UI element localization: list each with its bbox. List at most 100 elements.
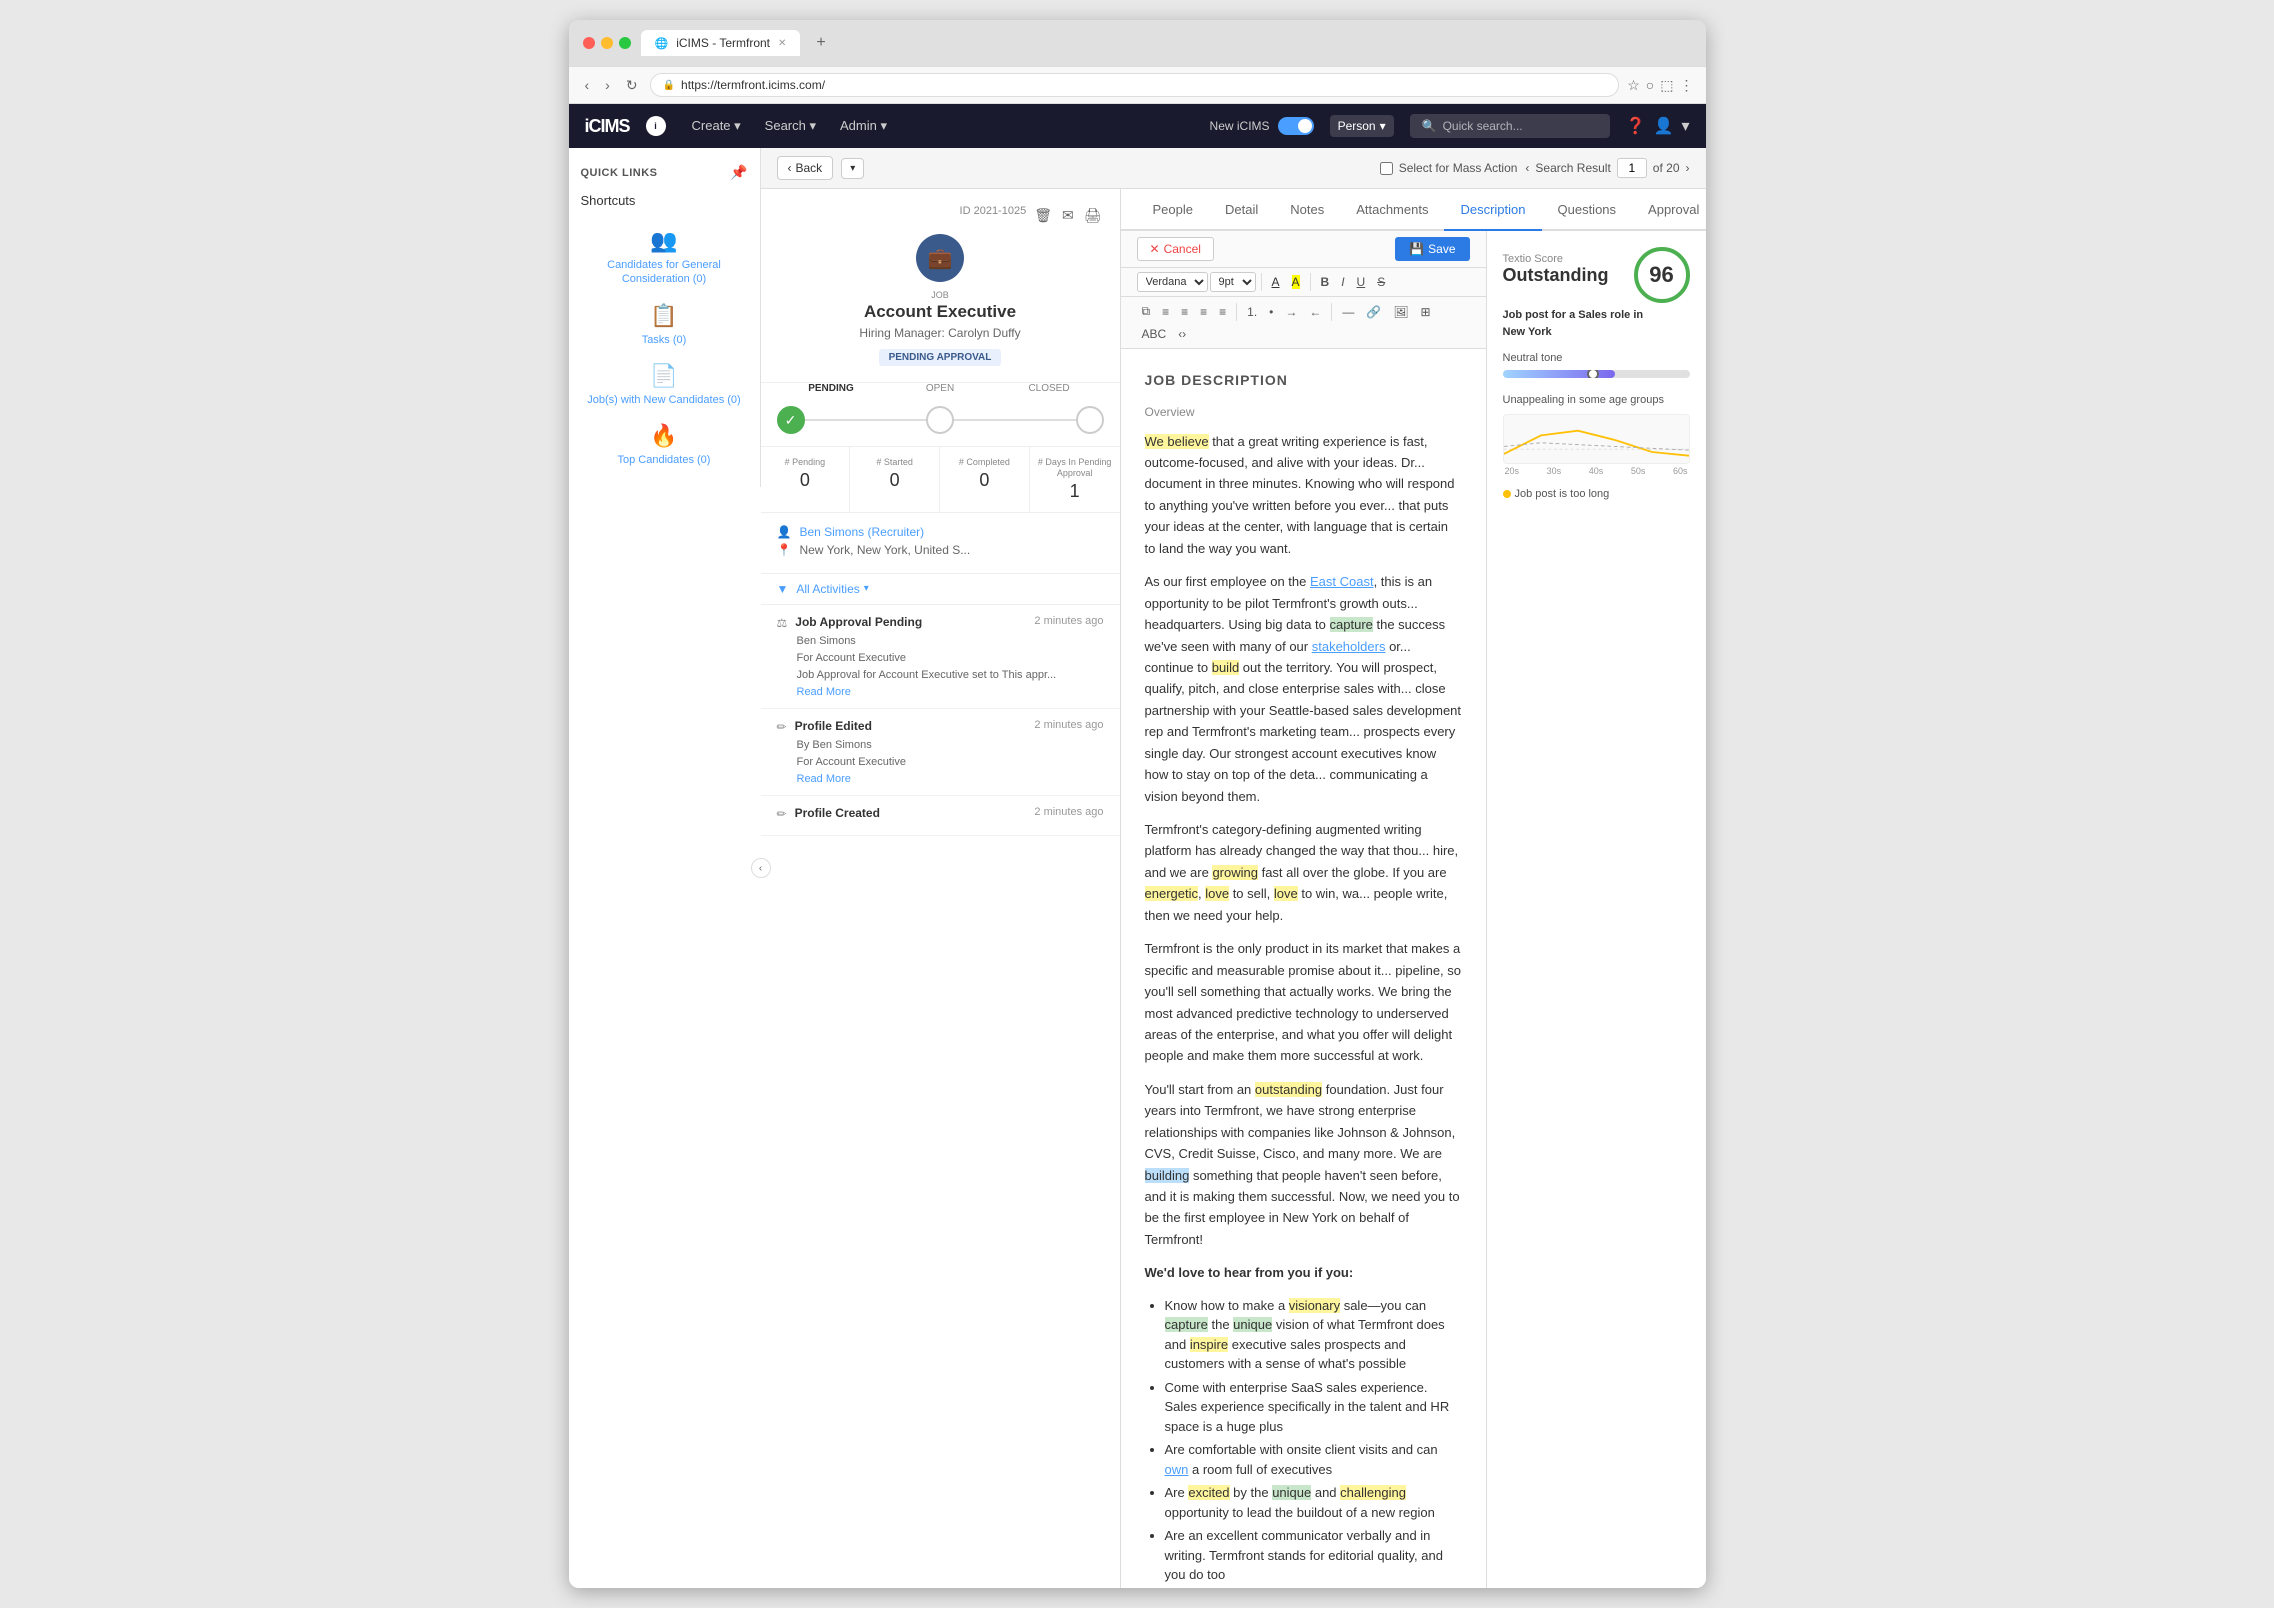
maximize-dot[interactable]: [619, 37, 631, 49]
strikethrough-button[interactable]: S: [1372, 272, 1390, 292]
tab-people[interactable]: People: [1137, 190, 1209, 231]
indent-button[interactable]: →: [1280, 302, 1302, 322]
menu-icon[interactable]: ⋮: [1680, 77, 1694, 94]
hr-button[interactable]: —: [1337, 302, 1359, 322]
sidebar-item-jobs-new-candidates[interactable]: 📄 Job(s) with New Candidates (0): [569, 355, 760, 415]
font-size-select[interactable]: 9pt: [1210, 272, 1256, 292]
next-result-icon[interactable]: ›: [1686, 161, 1690, 175]
image-button[interactable]: 🖼: [1388, 302, 1413, 322]
quick-search-input[interactable]: [1443, 119, 1593, 133]
delete-job-button[interactable]: 🗑: [1032, 205, 1054, 226]
activity-by-1: Ben Simons: [777, 634, 1104, 649]
read-more-link-2[interactable]: Read More: [777, 773, 1104, 785]
content-area: ‹ Back ▾ Select for Mass Action ‹ Search…: [761, 148, 1706, 1588]
sidebar-item-candidates-general[interactable]: 👥 Candidates for General Consideration (…: [569, 220, 760, 295]
age-20s: 20s: [1505, 466, 1520, 476]
pin-icon[interactable]: 📌: [730, 164, 747, 181]
address-bar[interactable]: 🔒 https://termfront.icims.com/: [650, 73, 1620, 97]
activity-item-3: ✏ Profile Created 2 minutes ago: [761, 796, 1120, 836]
save-button[interactable]: 💾 Save: [1395, 237, 1469, 261]
sidebar-item-tasks[interactable]: 📋 Tasks (0): [569, 295, 760, 355]
avatar-icon[interactable]: 👤: [1654, 116, 1674, 136]
toggle-switch[interactable]: [1278, 117, 1314, 135]
activities-filter[interactable]: ▼ All Activities ▾: [761, 574, 1120, 605]
step-open-circle: [926, 406, 954, 434]
tab-content: ✕ Cancel 💾 Save: [1121, 231, 1706, 1588]
search-result-input[interactable]: [1617, 158, 1647, 178]
job-icon: 💼: [916, 234, 964, 282]
copy-button[interactable]: ⧉: [1137, 301, 1156, 322]
new-icims-label: New iCIMS: [1210, 119, 1270, 133]
tab-notes[interactable]: Notes: [1274, 190, 1340, 231]
save-label: Save: [1428, 242, 1455, 256]
add-tab-button[interactable]: +: [810, 32, 831, 54]
formatting-toolbar: Verdana 9pt A A B: [1121, 268, 1486, 297]
person-arrow-icon: ▾: [1380, 119, 1386, 133]
ordered-list-button[interactable]: 1.: [1242, 302, 1262, 322]
read-more-link-1[interactable]: Read More: [777, 686, 1104, 698]
stat-started: # Started 0: [850, 447, 940, 512]
mass-action-checkbox[interactable]: [1380, 162, 1393, 175]
align-right-button[interactable]: ≡: [1195, 302, 1212, 322]
profile-icon[interactable]: ○: [1646, 77, 1654, 93]
admin-menu-item[interactable]: Admin ▾: [830, 112, 897, 140]
tab-detail[interactable]: Detail: [1209, 190, 1274, 231]
forward-button[interactable]: ›: [601, 75, 614, 95]
align-left-button[interactable]: ≡: [1157, 302, 1174, 322]
tab-close-icon[interactable]: ✕: [778, 38, 786, 49]
nav-actions: ☆ ○ ⬚ ⋮: [1627, 77, 1693, 94]
link-button[interactable]: 🔗: [1361, 302, 1386, 322]
highlight-building: building: [1145, 1168, 1190, 1183]
outdent-button[interactable]: ←: [1304, 302, 1326, 322]
search-box[interactable]: 🔍: [1410, 114, 1610, 138]
align-center-button[interactable]: ≡: [1176, 302, 1193, 322]
justify-button[interactable]: ≡: [1214, 302, 1231, 322]
print-job-button[interactable]: 🖨: [1082, 205, 1104, 226]
mass-action-checkbox-group: Select for Mass Action: [1380, 161, 1518, 175]
tab-description[interactable]: Description: [1444, 190, 1541, 231]
back-dropdown-button[interactable]: ▾: [841, 158, 864, 179]
extensions-icon[interactable]: ⬚: [1660, 77, 1673, 94]
back-button[interactable]: ‹ Back: [777, 156, 834, 180]
font-color-button[interactable]: A: [1267, 272, 1285, 292]
create-menu-item[interactable]: Create ▾: [682, 112, 751, 140]
minimize-dot[interactable]: [601, 37, 613, 49]
sidebar-item-top-candidates[interactable]: 🔥 Top Candidates (0): [569, 415, 760, 475]
recruiter-name[interactable]: Ben Simons (Recruiter): [799, 525, 924, 539]
help-icon[interactable]: ❓: [1626, 116, 1646, 136]
close-dot[interactable]: [583, 37, 595, 49]
unordered-list-button[interactable]: •: [1264, 302, 1278, 322]
search-menu-item[interactable]: Search ▾: [755, 112, 826, 140]
activity-header-1: ⚖ Job Approval Pending 2 minutes ago: [777, 615, 1104, 630]
cancel-x-icon: ✕: [1150, 242, 1160, 256]
browser-window: 🌐 iCIMS - Termfront ✕ + ‹ › ↻ 🔒 https://…: [569, 20, 1706, 1588]
sidebar-collapse-button[interactable]: ‹: [751, 858, 771, 878]
bookmark-icon[interactable]: ☆: [1627, 77, 1640, 94]
underline-button[interactable]: U: [1352, 272, 1371, 292]
person-selector[interactable]: Person ▾: [1330, 115, 1394, 137]
activity-title-3: Profile Created: [795, 806, 1027, 820]
browser-tab[interactable]: 🌐 iCIMS - Termfront ✕: [641, 30, 801, 56]
caret-icon[interactable]: ▾: [1681, 116, 1689, 136]
more-button[interactable]: ‹›: [1173, 324, 1191, 344]
progress-labels: PENDING OPEN CLOSED: [777, 383, 1104, 394]
stat-started-label: # Started: [858, 457, 931, 468]
tab-questions[interactable]: Questions: [1542, 190, 1633, 231]
bold-button[interactable]: B: [1316, 272, 1335, 292]
email-job-button[interactable]: ✉: [1060, 205, 1076, 226]
top-nav: iCIMS i Create ▾ Search ▾ Admin ▾ New iC…: [569, 104, 1706, 148]
activity-time-2: 2 minutes ago: [1034, 719, 1103, 731]
tab-approval[interactable]: Approval: [1632, 190, 1705, 231]
tab-attachments[interactable]: Attachments: [1340, 190, 1444, 231]
step-closed-label: CLOSED: [995, 383, 1104, 394]
font-family-select[interactable]: Verdana: [1137, 272, 1208, 292]
spell-check-button[interactable]: ABC: [1137, 324, 1172, 344]
italic-button[interactable]: I: [1336, 272, 1349, 292]
table-button[interactable]: ⊞: [1416, 302, 1436, 322]
editor-area: ✕ Cancel 💾 Save: [1121, 231, 1486, 1588]
refresh-button[interactable]: ↻: [622, 75, 642, 96]
prev-result-icon[interactable]: ‹: [1525, 161, 1529, 175]
back-button[interactable]: ‹: [581, 75, 594, 95]
highlight-button[interactable]: A: [1287, 272, 1305, 292]
cancel-button[interactable]: ✕ Cancel: [1137, 237, 1214, 261]
